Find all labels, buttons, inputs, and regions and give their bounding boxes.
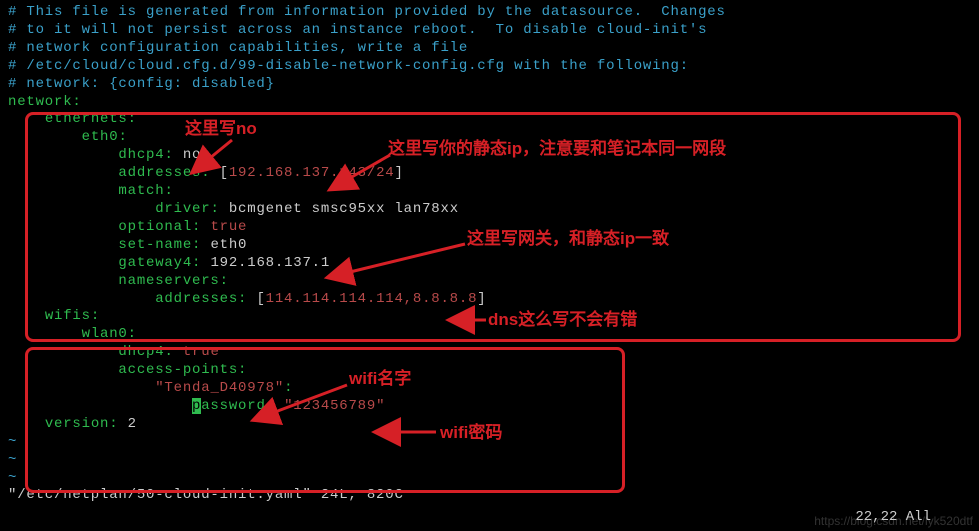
yaml-wifis: wifis: <box>8 308 971 326</box>
yaml-version: version: 2 <box>8 416 971 434</box>
yaml-match: match: <box>8 183 971 201</box>
yaml-ns-addresses: addresses: [114.114.114.114,8.8.8.8] <box>8 291 971 309</box>
yaml-addresses: addresses: [192.168.137.143/24] <box>8 165 971 183</box>
yaml-setname: set-name: eth0 <box>8 237 971 255</box>
yaml-ethernets: ethernets: <box>8 111 971 129</box>
yaml-nameservers: nameservers: <box>8 273 971 291</box>
yaml-wlan0: wlan0: <box>8 326 971 344</box>
yaml-eth0: eth0: <box>8 129 971 147</box>
yaml-ap-name: "Tenda_D40978": <box>8 380 971 398</box>
comment-line-1: # This file is generated from informatio… <box>8 4 971 22</box>
vim-tilde: ~ <box>8 470 971 488</box>
vim-status-left: "/etc/netplan/50-cloud-init.yaml" 24L, 8… <box>8 487 971 505</box>
yaml-dhcp4: dhcp4: no <box>8 147 971 165</box>
yaml-driver: driver: bcmgenet smsc95xx lan78xx <box>8 201 971 219</box>
comment-line-4: # /etc/cloud/cloud.cfg.d/99-disable-netw… <box>8 58 971 76</box>
watermark: https://blog.csdn.net/lyk520dtf <box>814 514 973 529</box>
yaml-network: network: <box>8 94 971 112</box>
yaml-optional: optional: true <box>8 219 971 237</box>
yaml-ap-password: password: "123456789" <box>8 398 971 416</box>
yaml-wlan-dhcp4: dhcp4: true <box>8 344 971 362</box>
comment-line-3: # network configuration capabilities, wr… <box>8 40 971 58</box>
yaml-access-points: access-points: <box>8 362 971 380</box>
yaml-gateway4: gateway4: 192.168.137.1 <box>8 255 971 273</box>
comment-line-2: # to it will not persist across an insta… <box>8 22 971 40</box>
vim-tilde: ~ <box>8 452 971 470</box>
vim-tilde: ~ <box>8 434 971 452</box>
cursor: p <box>192 398 201 414</box>
comment-line-5: # network: {config: disabled} <box>8 76 971 94</box>
